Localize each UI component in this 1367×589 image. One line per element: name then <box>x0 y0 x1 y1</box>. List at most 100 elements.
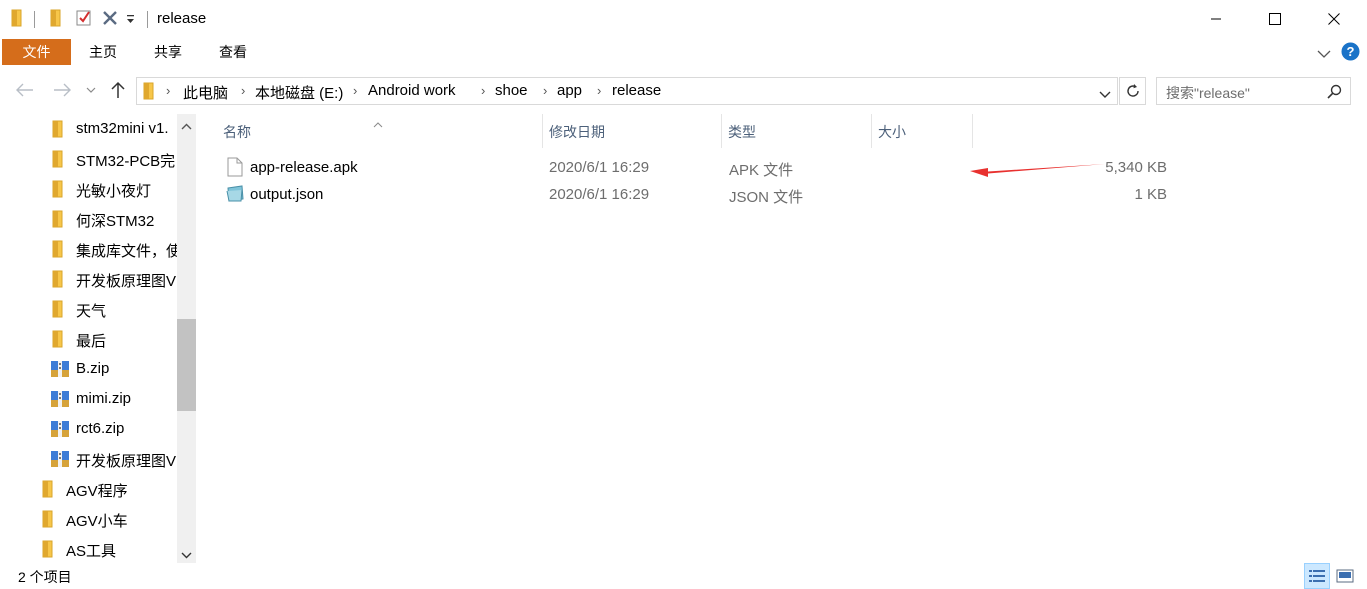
properties-icon[interactable] <box>75 9 93 31</box>
nav-item[interactable]: 集成库文件，使 <box>0 234 178 264</box>
breadcrumb-android-work[interactable]: Android work <box>368 82 456 99</box>
address-bar[interactable]: › 此电脑 › 本地磁盘 (E:) › Android work › shoe … <box>136 77 1118 105</box>
address-dropdown-icon[interactable] <box>1099 86 1111 103</box>
maximize-button[interactable] <box>1252 0 1298 38</box>
nav-item-label: AGV程序 <box>66 483 128 500</box>
nav-item[interactable]: AGV程序 <box>0 474 178 504</box>
nav-item[interactable]: STM32-PCB完 <box>0 144 178 174</box>
address-bar-row: › 此电脑 › 本地磁盘 (E:) › Android work › shoe … <box>0 72 1367 110</box>
nav-item[interactable]: 最后 <box>0 324 178 354</box>
folder-icon <box>52 330 64 352</box>
new-folder-icon[interactable] <box>48 9 64 31</box>
column-label: 类型 <box>728 124 756 140</box>
scroll-up-icon[interactable] <box>181 118 192 135</box>
zip-archive-icon <box>50 450 70 472</box>
close-button[interactable] <box>1311 0 1357 38</box>
forward-button[interactable] <box>52 80 72 100</box>
folder-icon <box>52 180 64 202</box>
document-icon <box>227 157 243 181</box>
breadcrumb-separator: › <box>166 83 171 98</box>
expand-ribbon-icon[interactable] <box>1317 46 1331 63</box>
search-icon[interactable] <box>1327 84 1342 103</box>
nav-item[interactable]: 开发板原理图V <box>0 444 178 474</box>
navigation-pane: stm32mini v1. STM32-PCB完 光敏小夜灯 何深STM32 集… <box>0 114 198 563</box>
recent-locations-button[interactable] <box>84 80 98 100</box>
nav-item-label: 光敏小夜灯 <box>76 183 152 200</box>
folder-icon <box>52 210 64 232</box>
column-header-type[interactable]: 类型 <box>722 114 871 148</box>
breadcrumb-separator: › <box>241 83 246 98</box>
breadcrumb-shoe[interactable]: shoe <box>495 82 528 99</box>
tab-file[interactable]: 文件 <box>2 39 71 65</box>
column-header-modified[interactable]: 修改日期 <box>543 114 721 148</box>
details-view-button[interactable] <box>1304 563 1330 589</box>
nav-scrollbar[interactable] <box>177 114 196 563</box>
nav-item[interactable]: stm32mini v1. <box>0 114 178 144</box>
column-header-size[interactable]: 大小 <box>872 114 972 148</box>
search-placeholder: 搜索"release" <box>1166 85 1250 101</box>
status-bar: 2 个项目 <box>0 563 1367 589</box>
folder-icon <box>11 9 25 31</box>
nav-item-label: stm32mini v1. <box>76 120 169 137</box>
breadcrumb-separator: › <box>481 83 486 98</box>
nav-item-label: 最后 <box>76 333 107 350</box>
help-icon[interactable]: ? <box>1341 42 1360 65</box>
file-modified: 2020/6/1 16:29 <box>549 159 650 176</box>
column-label: 名称 <box>223 124 251 140</box>
nav-item-label: mimi.zip <box>76 390 131 407</box>
refresh-icon <box>1126 84 1139 97</box>
minimize-button[interactable] <box>1193 0 1239 38</box>
file-name: output.json <box>250 186 324 203</box>
breadcrumb-this-pc[interactable]: 此电脑 <box>183 82 228 103</box>
back-button[interactable] <box>15 80 35 100</box>
nav-item-label: STM32-PCB完 <box>76 153 176 170</box>
nav-item[interactable]: B.zip <box>0 354 178 384</box>
file-size: 5,340 KB <box>1105 159 1167 176</box>
nav-item-label: rct6.zip <box>76 420 125 437</box>
breadcrumb-app[interactable]: app <box>557 82 582 99</box>
nav-item[interactable]: 天气 <box>0 294 178 324</box>
nav-item[interactable]: rct6.zip <box>0 414 178 444</box>
tab-share[interactable]: 共享 <box>145 38 191 66</box>
breadcrumb-drive-e[interactable]: 本地磁盘 (E:) <box>255 82 343 103</box>
large-icons-view-button[interactable] <box>1332 563 1358 589</box>
folder-icon <box>52 270 64 292</box>
nav-item[interactable]: AGV小车 <box>0 504 178 534</box>
column-divider[interactable] <box>972 114 973 148</box>
table-row[interactable]: output.json 2020/6/1 16:29 JSON 文件 1 KB <box>220 182 1175 209</box>
nav-item[interactable]: 开发板原理图V <box>0 264 178 294</box>
scroll-down-icon[interactable] <box>181 546 192 563</box>
details-view-icon <box>1309 570 1325 582</box>
nav-item[interactable]: mimi.zip <box>0 384 178 414</box>
tab-view[interactable]: 查看 <box>210 38 256 66</box>
svg-text:?: ? <box>1347 44 1355 59</box>
nav-item[interactable]: AS工具 <box>0 534 178 563</box>
breadcrumb-release[interactable]: release <box>612 82 661 99</box>
file-name: app-release.apk <box>250 159 358 176</box>
folder-icon <box>143 82 155 104</box>
breadcrumb-separator: › <box>353 83 358 98</box>
window-title: release <box>157 10 207 27</box>
folder-icon <box>52 150 64 172</box>
delete-icon[interactable] <box>101 9 119 31</box>
tab-home[interactable]: 主页 <box>80 38 126 66</box>
nav-item-label: 开发板原理图V <box>76 273 177 290</box>
search-input[interactable]: 搜索"release" <box>1156 77 1351 105</box>
refresh-button[interactable] <box>1119 77 1146 105</box>
nav-item[interactable]: 光敏小夜灯 <box>0 174 178 204</box>
scroll-thumb[interactable] <box>177 319 196 411</box>
large-icons-view-icon <box>1336 569 1354 583</box>
nav-item-label: 天气 <box>76 303 107 320</box>
folder-icon <box>42 510 54 532</box>
column-header-name[interactable]: 名称 <box>205 114 542 148</box>
folder-icon <box>52 300 64 322</box>
file-size: 1 KB <box>1134 186 1167 203</box>
file-list: 名称 修改日期 类型 大小 app-release.apk 2020/6/1 1… <box>205 114 1367 563</box>
customize-toolbar-icon[interactable] <box>126 12 136 29</box>
nav-item[interactable]: 何深STM32 <box>0 204 178 234</box>
up-button[interactable] <box>108 80 128 100</box>
separator <box>147 11 148 28</box>
breadcrumb-separator: › <box>597 83 602 98</box>
nav-item-label: 何深STM32 <box>76 213 155 230</box>
file-modified: 2020/6/1 16:29 <box>549 186 650 203</box>
